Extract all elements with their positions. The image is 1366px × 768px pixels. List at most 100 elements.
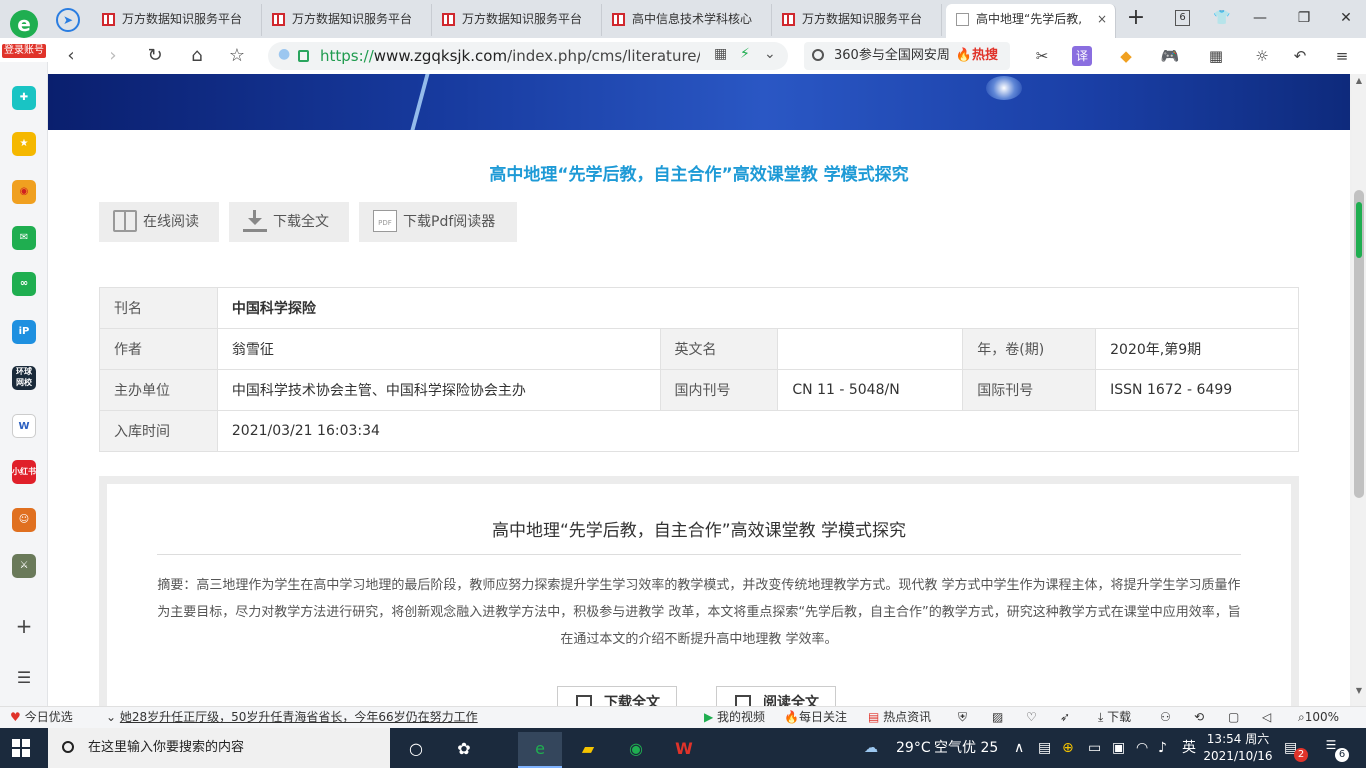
global-news-icon[interactable]: 环球 网校	[12, 366, 36, 390]
zoom-level[interactable]: ⌕100%	[1298, 707, 1339, 727]
tray-plus-icon[interactable]: ⊕	[1062, 728, 1074, 768]
tray-expand-icon[interactable]: ∧	[1014, 728, 1024, 768]
game-character-icon[interactable]: ☺	[12, 508, 36, 532]
shirt-skin-icon[interactable]: 👕	[1210, 7, 1234, 31]
clock[interactable]: 13:54 周六 2021/10/16	[1203, 731, 1273, 765]
scroll-up-arrow-icon[interactable]: ▲	[1354, 76, 1364, 85]
login-account-badge[interactable]: 登录账号	[2, 44, 46, 58]
add-app-icon[interactable]: +	[12, 614, 36, 638]
weather-temperature[interactable]: 29°C	[896, 728, 931, 768]
undo-icon[interactable]: ↶	[1290, 46, 1310, 66]
brightness-icon[interactable]: ☼	[1252, 46, 1272, 66]
download-full-button[interactable]: 下载全文	[229, 202, 349, 242]
new-tab-button[interactable]: +	[1124, 6, 1148, 32]
refresh-icon[interactable]: ⟲	[1194, 707, 1204, 727]
menu-icon[interactable]: ≡	[1332, 46, 1352, 66]
news-headline-link[interactable]: 她28岁升任正厅级，50岁升任青海省省长，今年66岁仍在努力工作	[120, 710, 478, 724]
mail-icon[interactable]: ✉	[12, 226, 36, 250]
air-quality[interactable]: 空气优 25	[934, 728, 998, 768]
windows-start-icon[interactable]	[12, 739, 30, 757]
forward-arrow-icon[interactable]: ›	[100, 44, 126, 68]
window-icon[interactable]: ▢	[1228, 707, 1239, 727]
tray-display-icon[interactable]: ▣	[1112, 728, 1125, 768]
bottom-download-button[interactable]: 下载全文	[557, 686, 677, 706]
file-explorer-icon[interactable]: ▰	[566, 732, 610, 768]
translate-icon[interactable]: 译	[1072, 46, 1092, 66]
back-arrow-icon[interactable]: ‹	[58, 44, 84, 68]
bookmark-star-icon[interactable]: ☆	[224, 44, 250, 68]
lightning-icon[interactable]: ⚡	[740, 46, 750, 62]
page-scrollbar[interactable]: ▲ ▼	[1352, 74, 1366, 706]
hot-search-label[interactable]: 🔥热搜	[956, 48, 998, 63]
cookie-icon[interactable]: ⚇	[1160, 707, 1171, 727]
health-app-icon[interactable]: ✚	[12, 86, 36, 110]
shooter-game-icon[interactable]: ⚔	[12, 554, 36, 578]
browser-tab-active[interactable]: 高中地理“先学后教, ×	[946, 4, 1116, 38]
browser-tab[interactable]: 高中信息技术学科核心	[602, 4, 772, 36]
download-arrow-icon: ⤓	[1098, 710, 1108, 724]
close-window-button[interactable]: ✕	[1334, 7, 1358, 31]
xiaohongshu-icon[interactable]: 小红书	[12, 460, 36, 484]
qr-code-icon[interactable]: ▦	[714, 46, 727, 62]
weather-cloud-icon[interactable]: ☁	[864, 728, 878, 768]
weibo-icon[interactable]: ◉	[12, 180, 36, 204]
reload-icon[interactable]: ↻	[142, 44, 168, 68]
wifi-icon[interactable]: ◠	[1136, 728, 1148, 768]
list-icon[interactable]: ☰	[12, 666, 36, 690]
news-ticker[interactable]: ⌄ 她28岁升任正厅级，50岁升任青海省省长，今年66岁仍在努力工作	[106, 707, 478, 727]
my-video-label: 我的视频	[717, 710, 766, 724]
scroll-down-arrow-icon[interactable]: ▼	[1354, 686, 1364, 695]
tab-title: 高中地理“先学后教,	[976, 12, 1083, 26]
daily-follow[interactable]: 🔥每日关注	[784, 707, 847, 727]
pinwheel-app-icon[interactable]: ✿	[442, 732, 486, 768]
my-video[interactable]: ▶ 我的视频	[704, 707, 765, 727]
tray-note-icon[interactable]: ▤	[1038, 728, 1051, 768]
heart-rate-icon[interactable]: ♡	[1026, 707, 1037, 727]
wps-icon[interactable]: W	[662, 732, 706, 768]
close-tab-icon[interactable]: ×	[1097, 4, 1107, 34]
browser-tab[interactable]: 万方数据知识服务平台	[92, 4, 262, 36]
volume-icon[interactable]: ♪	[1158, 728, 1167, 768]
cortana-circle-icon[interactable]: ○	[394, 732, 438, 768]
rocket-icon[interactable]: ➶	[1060, 707, 1070, 727]
home-icon[interactable]: ⌂	[184, 44, 210, 68]
mail-tray-icon[interactable]: ▤	[1284, 728, 1297, 768]
today-pick[interactable]: ♥ 今日优选	[10, 707, 73, 727]
tab-count-badge[interactable]: 6	[1175, 10, 1190, 26]
ime-language[interactable]: 英	[1182, 728, 1196, 768]
browser-tab[interactable]: 万方数据知识服务平台	[772, 4, 942, 36]
journal-value: 中国科学探险	[216, 287, 1300, 329]
browser-tab[interactable]: 万方数据知识服务平台	[262, 4, 432, 36]
address-bar[interactable]: ● https://www.zgqksjk.com/index.php/cms/…	[268, 42, 788, 70]
shield-icon[interactable]: ⛨	[958, 707, 967, 727]
word-doc-icon[interactable]: W	[12, 414, 36, 438]
minimize-button[interactable]: —	[1248, 7, 1272, 31]
360-browser-icon[interactable]: e	[518, 732, 562, 768]
navigation-compass-icon[interactable]: ➤	[56, 8, 80, 32]
restore-button[interactable]: ❐	[1292, 7, 1316, 31]
apps-grid-icon[interactable]: ▦	[1206, 46, 1226, 66]
image-icon[interactable]: ▨	[992, 707, 1003, 727]
download-pdf-reader-button[interactable]: PDF 下载Pdf阅读器	[359, 202, 517, 242]
read-online-button[interactable]: 在线阅读	[99, 202, 219, 242]
link-app-icon[interactable]: ∞	[12, 272, 36, 296]
url-text[interactable]: https://www.zgqksjk.com/index.php/cms/li…	[320, 42, 700, 70]
hot-news[interactable]: ▤ 热点资讯	[868, 707, 931, 727]
gamepad-icon[interactable]: 🎮	[1160, 46, 1180, 66]
bottom-read-button[interactable]: 阅读全文	[716, 686, 836, 706]
wechat-icon[interactable]: ◉	[614, 732, 658, 768]
download-status[interactable]: ⤓ 下载	[1098, 707, 1131, 727]
ip-app-icon[interactable]: iP	[12, 320, 36, 344]
url-scheme: https://	[320, 47, 374, 65]
chevron-down-icon[interactable]: ⌄	[764, 46, 776, 62]
indexed-time-label: 入库时间	[99, 410, 218, 452]
coupon-icon[interactable]: ◆	[1116, 46, 1136, 66]
tray-battery-icon[interactable]: ▭	[1088, 728, 1101, 768]
favorites-star-icon[interactable]: ★	[12, 132, 36, 156]
speaker-icon[interactable]: ◁	[1262, 707, 1271, 727]
browser-logo[interactable]: e 登录账号	[0, 0, 48, 62]
search-box[interactable]: 360参与全国网安周 🔥热搜	[804, 42, 1010, 70]
browser-tab[interactable]: 万方数据知识服务平台	[432, 4, 602, 36]
taskbar-search[interactable]: 在这里输入你要搜索的内容	[48, 728, 390, 768]
scissors-icon[interactable]: ✂	[1032, 46, 1052, 66]
